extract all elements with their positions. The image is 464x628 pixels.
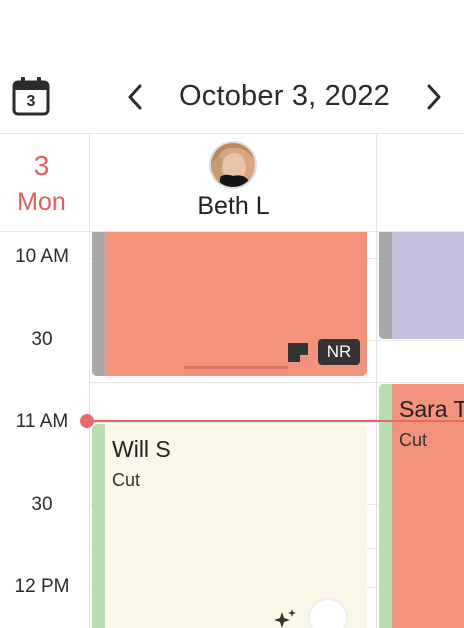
app-header: 3 October 3, 2022	[0, 0, 464, 134]
time-label: 12 PM	[14, 576, 70, 597]
day-number: 3	[33, 150, 50, 181]
appointment-stripe	[92, 424, 105, 628]
sparkle-icon	[272, 608, 298, 628]
previous-day-button[interactable]	[121, 82, 149, 112]
current-time-line	[88, 420, 464, 422]
appointment-client-name: Sara T	[399, 396, 464, 422]
next-day-button[interactable]	[420, 82, 448, 112]
time-label: 11 AM	[15, 411, 69, 432]
grid-line	[89, 382, 464, 383]
calendar-icon-day: 3	[26, 93, 36, 110]
chevron-left-icon	[128, 84, 142, 110]
schedule-grid[interactable]: 10 AM 30 11 AM 30 12 PM NR Will S Cut Sa…	[0, 232, 464, 628]
drag-handle[interactable]	[184, 366, 288, 369]
appointment-service: Cut	[399, 430, 428, 450]
appointment-client-name: Will S	[112, 436, 171, 462]
calendar-icon[interactable]: 3	[12, 76, 50, 116]
time-label: 30	[31, 494, 53, 515]
avatar[interactable]	[209, 141, 257, 189]
time-label: 10 AM	[15, 246, 69, 267]
chevron-right-icon	[427, 84, 441, 110]
day-name: Mon	[17, 188, 66, 216]
time-label: 30	[31, 329, 53, 350]
note-icon[interactable]	[286, 341, 310, 364]
appointment-card[interactable]	[379, 232, 464, 339]
appointment-service: Cut	[112, 470, 141, 490]
appointment-stripe	[379, 232, 392, 339]
current-time-dot	[80, 414, 94, 428]
staff-name[interactable]: Beth L	[90, 192, 377, 221]
nr-badge: NR	[318, 339, 360, 365]
appointment-stripe	[92, 232, 105, 376]
date-title[interactable]: October 3, 2022	[162, 80, 407, 113]
appointment-card[interactable]: Will S Cut	[92, 424, 367, 628]
